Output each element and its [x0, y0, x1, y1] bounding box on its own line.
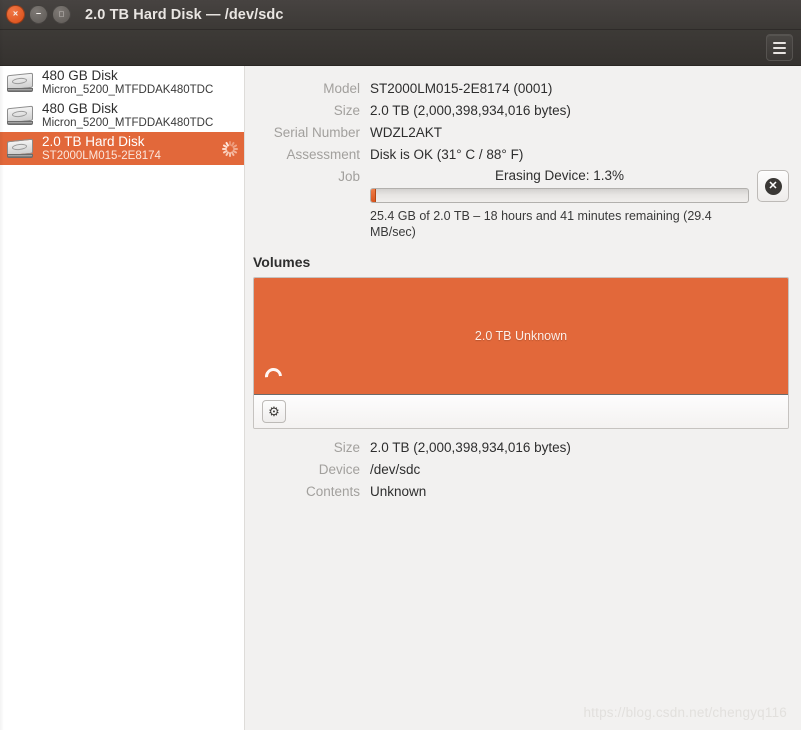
- volume-field-label-contents: Contents: [305, 484, 360, 499]
- field-value-size: 2.0 TB (2,000,398,934,016 bytes): [370, 103, 571, 118]
- device-sidebar: 480 GB Disk Micron_5200_MTFDDAK480TDC 48…: [0, 66, 245, 730]
- drive-info-fields: Model ST2000LM015-2E8174 (0001) Size 2.0…: [253, 78, 789, 240]
- sidebar-item-disk-2[interactable]: 2.0 TB Hard Disk ST2000LM015-2E8174: [0, 132, 244, 165]
- maximize-window-icon[interactable]: □: [52, 5, 71, 24]
- window-titlebar: × − □ 2.0 TB Hard Disk — /dev/sdc: [0, 0, 801, 30]
- volume-busy-spinner-icon: [261, 364, 286, 389]
- close-glyph: ×: [12, 8, 19, 19]
- drive-details-panel: Model ST2000LM015-2E8174 (0001) Size 2.0…: [245, 66, 801, 730]
- app-toolbar: [0, 30, 801, 66]
- spinner-ray: [229, 151, 231, 157]
- busy-spinner-icon: [222, 140, 238, 157]
- volume-options-button[interactable]: ⚙: [262, 400, 286, 423]
- close-icon: ✕: [764, 177, 782, 195]
- sidebar-item-disk-1[interactable]: 480 GB Disk Micron_5200_MTFDDAK480TDC: [0, 99, 244, 132]
- sidebar-item-title: 480 GB Disk: [42, 101, 118, 116]
- minimize-glyph: −: [35, 8, 42, 19]
- sidebar-item-subtitle: ST2000LM015-2E8174: [42, 150, 161, 163]
- watermark-text: https://blog.csdn.net/chengyq116: [583, 705, 787, 720]
- sidebar-item-title: 480 GB Disk: [42, 68, 118, 83]
- hard-disk-icon: [6, 137, 35, 161]
- field-label-job: Job: [338, 169, 360, 184]
- volume-partition-block[interactable]: 2.0 TB Unknown: [254, 278, 788, 395]
- volume-field-value-size: 2.0 TB (2,000,398,934,016 bytes): [370, 440, 571, 455]
- sidebar-item-subtitle: Micron_5200_MTFDDAK480TDC: [42, 117, 214, 130]
- sidebar-item-text: 480 GB Disk Micron_5200_MTFDDAK480TDC: [42, 102, 238, 129]
- hard-disk-icon: [6, 104, 35, 128]
- sidebar-item-text: 480 GB Disk Micron_5200_MTFDDAK480TDC: [42, 69, 238, 96]
- job-progress-area: Erasing Device: 1.3% 25.4 GB of 2.0 TB –…: [370, 166, 749, 240]
- maximize-glyph: □: [59, 9, 64, 18]
- volume-field-value-device: /dev/sdc: [370, 462, 421, 477]
- window-body: 480 GB Disk Micron_5200_MTFDDAK480TDC 48…: [0, 66, 801, 730]
- window-title: 2.0 TB Hard Disk — /dev/sdc: [85, 6, 284, 23]
- field-value-model: ST2000LM015-2E8174 (0001): [370, 81, 553, 96]
- hamburger-line: [773, 51, 786, 54]
- cancel-job-button[interactable]: ✕: [757, 170, 789, 202]
- job-detail-text: 25.4 GB of 2.0 TB – 18 hours and 41 minu…: [370, 209, 712, 239]
- volume-info-fields: Size 2.0 TB (2,000,398,934,016 bytes) De…: [253, 437, 789, 503]
- field-value-assessment: Disk is OK (31° C / 88° F): [370, 147, 524, 162]
- sidebar-item-title: 2.0 TB Hard Disk: [42, 134, 145, 149]
- field-label-serial-number: Serial Number: [273, 125, 360, 140]
- field-label-model: Model: [323, 81, 360, 96]
- gear-icon: ⚙: [268, 404, 280, 419]
- disks-application-window: × − □ 2.0 TB Hard Disk — /dev/sdc 480 GB…: [0, 0, 801, 730]
- job-progress-bar[interactable]: [370, 188, 749, 203]
- close-window-icon[interactable]: ×: [6, 5, 25, 24]
- job-progress-fill: [371, 189, 376, 202]
- volume-partition-label: 2.0 TB Unknown: [474, 329, 568, 343]
- volume-field-label-device: Device: [318, 462, 360, 477]
- volumes-heading: Volumes: [253, 254, 311, 270]
- field-label-assessment: Assessment: [286, 147, 360, 162]
- sidebar-item-disk-0[interactable]: 480 GB Disk Micron_5200_MTFDDAK480TDC: [0, 66, 244, 99]
- volumes-box: 2.0 TB Unknown ⚙: [253, 277, 789, 429]
- hamburger-menu-icon[interactable]: [766, 34, 793, 61]
- job-row: Erasing Device: 1.3% 25.4 GB of 2.0 TB –…: [370, 166, 789, 240]
- minimize-window-icon[interactable]: −: [29, 5, 48, 24]
- sidebar-item-subtitle: Micron_5200_MTFDDAK480TDC: [42, 84, 214, 97]
- job-caption: Erasing Device: 1.3%: [494, 168, 625, 183]
- hard-disk-icon: [6, 71, 35, 95]
- window-controls: × − □: [6, 5, 71, 24]
- volume-field-value-contents: Unknown: [370, 484, 427, 499]
- field-label-size: Size: [333, 103, 360, 118]
- field-value-serial-number: WDZL2AKT: [370, 125, 443, 140]
- sidebar-item-text: 2.0 TB Hard Disk ST2000LM015-2E8174: [42, 135, 215, 162]
- hamburger-line: [773, 41, 786, 44]
- hamburger-line: [773, 46, 786, 49]
- volume-toolbar: ⚙: [254, 395, 788, 428]
- volume-field-label-size: Size: [333, 440, 360, 455]
